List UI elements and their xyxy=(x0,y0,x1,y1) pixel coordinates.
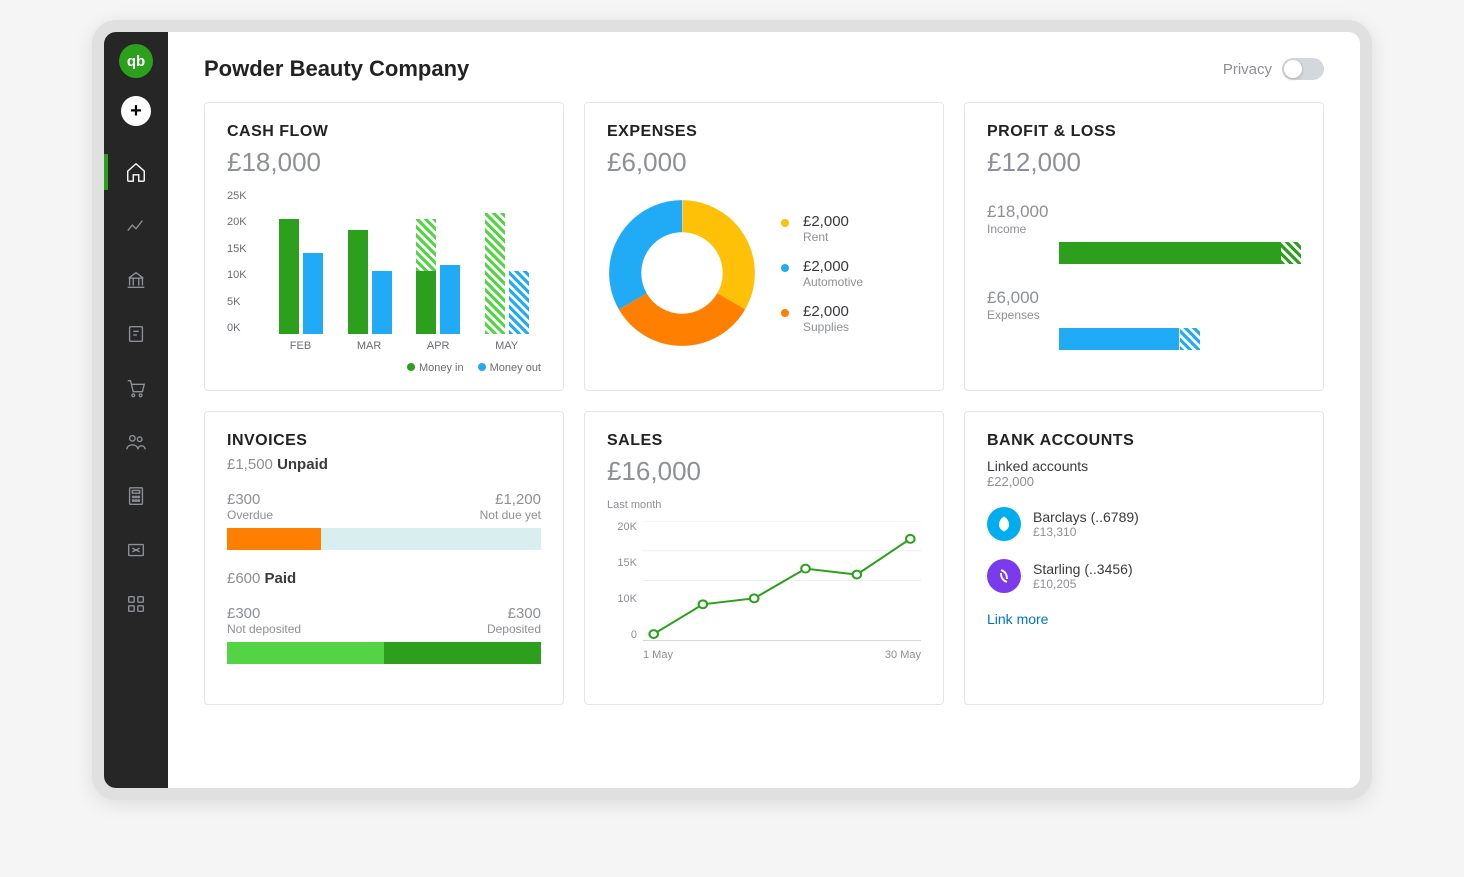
invoices-unpaid: £1,500 Unpaid xyxy=(227,456,541,473)
linked-accounts-total: £22,000 xyxy=(987,474,1301,489)
nav-taxes[interactable] xyxy=(124,538,148,562)
unpaid-bar xyxy=(227,528,541,550)
expenses-label: Expenses xyxy=(987,308,1301,322)
expenses-card[interactable]: EXPENSES £6,000 £2,000Rent £2,000Automot… xyxy=(584,102,944,391)
income-bar xyxy=(1059,242,1301,264)
nav-home[interactable] xyxy=(124,160,148,184)
invoices-paid: £600 Paid xyxy=(227,570,541,587)
nav-calculator[interactable] xyxy=(124,484,148,508)
privacy-toggle[interactable] xyxy=(1282,58,1324,80)
sales-subtitle: Last month xyxy=(607,499,921,511)
expenses-bar xyxy=(1059,328,1200,350)
starling-icon xyxy=(987,559,1021,593)
cashflow-title: CASH FLOW xyxy=(227,123,541,141)
nav-banking[interactable] xyxy=(124,268,148,292)
expenses-value: £6,000 xyxy=(987,288,1301,308)
profit-loss-card[interactable]: PROFIT & LOSS £12,000 £18,000 Income £6,… xyxy=(964,102,1324,391)
nav-receipts[interactable] xyxy=(124,322,148,346)
sales-line-chart xyxy=(643,521,921,641)
nav-customers[interactable] xyxy=(124,430,148,454)
sales-title: SALES xyxy=(607,432,921,450)
nav-sales[interactable] xyxy=(124,376,148,400)
sales-x-axis: 1 May30 May xyxy=(643,649,921,661)
profit-loss-title: PROFIT & LOSS xyxy=(987,123,1301,141)
main-content: Powder Beauty Company Privacy CASH FLOW … xyxy=(168,32,1360,788)
privacy-label: Privacy xyxy=(1223,61,1272,78)
sales-card[interactable]: SALES £16,000 Last month 20K15K10K0 1 xyxy=(584,411,944,705)
cashflow-x-axis: FEBMARAPRMAY xyxy=(267,340,541,352)
paid-bar xyxy=(227,642,541,664)
link-more-button[interactable]: Link more xyxy=(987,611,1301,627)
sales-y-axis: 20K15K10K0 xyxy=(607,521,637,641)
cashflow-legend: Money in Money out xyxy=(407,362,541,374)
sidebar: qb + xyxy=(104,32,168,788)
income-value: £18,000 xyxy=(987,202,1301,222)
cashflow-card[interactable]: CASH FLOW £18,000 25K20K15K10K5K0K FEBMA… xyxy=(204,102,564,391)
cashflow-bars xyxy=(267,190,541,334)
expenses-amount: £6,000 xyxy=(607,147,921,178)
bank-title: BANK ACCOUNTS xyxy=(987,432,1301,450)
bank-row-barclays[interactable]: Barclays (..6789)£13,310 xyxy=(987,507,1301,541)
bank-row-starling[interactable]: Starling (..3456)£10,205 xyxy=(987,559,1301,593)
profit-loss-amount: £12,000 xyxy=(987,147,1301,178)
qb-logo-icon: qb xyxy=(119,44,153,78)
invoices-title: INVOICES xyxy=(227,432,541,450)
bank-accounts-card[interactable]: BANK ACCOUNTS Linked accounts £22,000 Ba… xyxy=(964,411,1324,705)
company-name: Powder Beauty Company xyxy=(204,56,469,82)
nav-reports[interactable] xyxy=(124,214,148,238)
sales-amount: £16,000 xyxy=(607,456,921,487)
expenses-legend: £2,000Rent £2,000Automotive £2,000Suppli… xyxy=(781,213,863,334)
add-button[interactable]: + xyxy=(121,96,151,126)
nav-apps[interactable] xyxy=(124,592,148,616)
invoices-card[interactable]: INVOICES £1,500 Unpaid £300£1,200 Overdu… xyxy=(204,411,564,705)
expenses-title: EXPENSES xyxy=(607,123,921,141)
linked-accounts-label: Linked accounts xyxy=(987,458,1301,474)
cashflow-y-axis: 25K20K15K10K5K0K xyxy=(227,190,263,334)
income-label: Income xyxy=(987,222,1301,236)
expenses-donut-icon xyxy=(607,198,757,348)
barclays-icon xyxy=(987,507,1021,541)
cashflow-amount: £18,000 xyxy=(227,147,541,178)
